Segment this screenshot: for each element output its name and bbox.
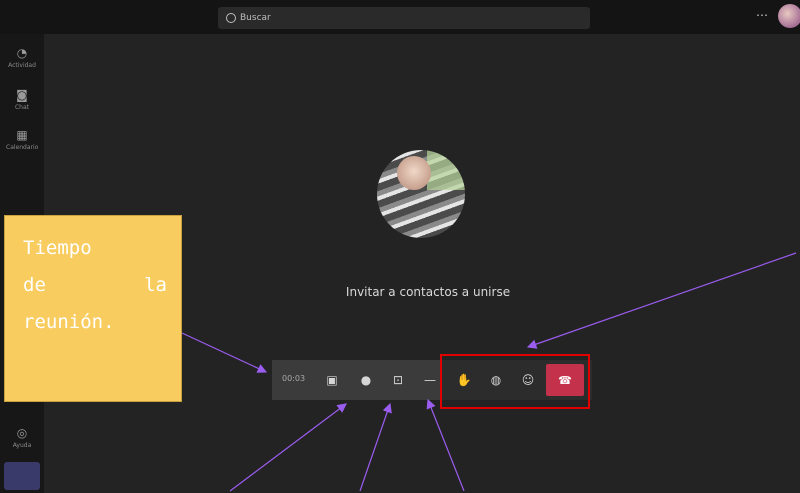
participant-avatar [377, 150, 465, 238]
help-icon: ◎ [16, 426, 28, 440]
bell-icon: ◔ [16, 46, 28, 60]
rail-item-chat[interactable]: ◙ Chat [6, 88, 38, 111]
note-line: de la [23, 274, 167, 296]
rail-item-label: Calendario [6, 144, 39, 151]
highlight-box [440, 354, 590, 409]
rail-item-help[interactable]: ◎ Ayuda [6, 426, 38, 449]
rail-item-activity[interactable]: ◔ Actividad [6, 46, 38, 69]
avatar[interactable] [778, 4, 800, 28]
search-icon [226, 13, 236, 23]
meeting-timer: 00:03 [282, 374, 306, 383]
more-options-icon[interactable]: ⋯ [756, 8, 769, 22]
share-screen-icon[interactable]: ⊡ [388, 370, 408, 390]
rail-item-label: Actividad [8, 62, 36, 69]
apps-button[interactable] [4, 462, 40, 490]
rail-item-label: Chat [14, 104, 30, 111]
note-line: Tiempo [23, 237, 92, 259]
note-line: reunión. [23, 311, 115, 333]
more-options-icon[interactable]: — [420, 370, 440, 390]
search-placeholder: Buscar [240, 13, 271, 23]
rail-item-calendar[interactable]: ▦ Calendario [6, 128, 38, 151]
rail-item-label: Ayuda [12, 442, 32, 449]
chat-icon: ◙ [16, 88, 28, 102]
annotation-note: Tiempo de la reunión. [4, 215, 182, 402]
top-bar: Buscar ⋯ [0, 0, 800, 34]
calendar-icon: ▦ [16, 128, 28, 142]
search-input[interactable]: Buscar [218, 7, 590, 29]
camera-icon[interactable]: ▣ [322, 370, 342, 390]
microphone-icon[interactable]: ● [356, 370, 376, 390]
